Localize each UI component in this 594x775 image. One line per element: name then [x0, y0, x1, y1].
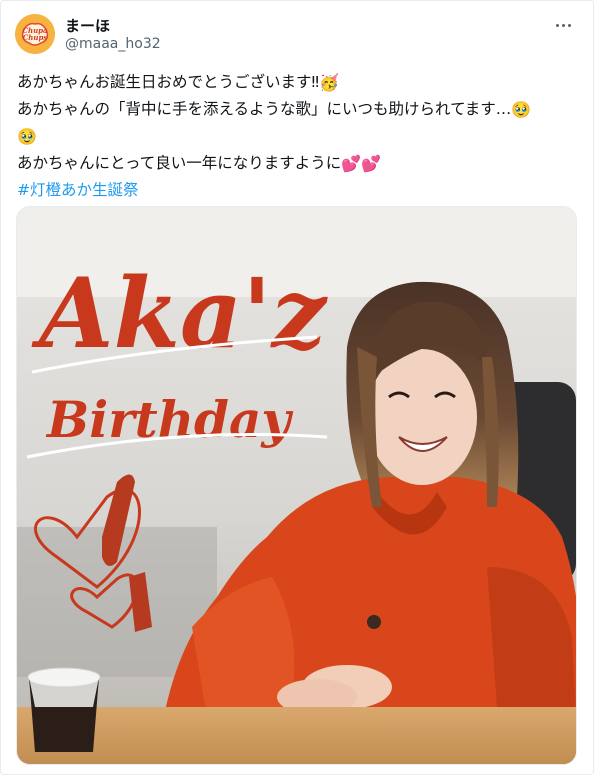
- logo-text-bottom: Chups: [23, 33, 48, 42]
- chupa-chups-logo-icon: Chupa Chups: [15, 14, 55, 54]
- tweet-line-4: あかちゃんにとって良い一年になりますように💕💕: [17, 150, 577, 177]
- hashtag-link[interactable]: #灯橙あか生誕祭: [17, 181, 139, 199]
- two-hearts-emoji: 💕💕: [341, 154, 382, 173]
- tweet-card[interactable]: Chupa Chups まーほ @maaa_ho32 あかちゃんお誕生日おめでと…: [0, 0, 594, 775]
- holding-back-tears-emoji: 🥹: [17, 127, 37, 146]
- tweet-line-2: あかちゃんの「背中に手を添えるような歌」にいつも助けられてます…🥹: [17, 96, 577, 123]
- tweet-line-5: #灯橙あか生誕祭: [17, 177, 577, 203]
- tweet-body: あかちゃんお誕生日おめでとうございます‼🥳 あかちゃんの「背中に手を添えるような…: [17, 69, 577, 203]
- birthday-photo: Aka'z Birthday: [17, 207, 576, 764]
- display-name[interactable]: まーほ: [65, 15, 110, 36]
- image-title-text: Aka'z: [31, 257, 329, 370]
- avatar[interactable]: Chupa Chups: [15, 14, 55, 54]
- user-handle[interactable]: @maaa_ho32: [65, 36, 161, 52]
- partying-face-emoji: 🥳: [319, 73, 339, 92]
- image-subtitle-text: Birthday: [45, 390, 293, 449]
- tweet-line-1: あかちゃんお誕生日おめでとうございます‼🥳: [17, 69, 577, 96]
- holding-back-tears-emoji: 🥹: [511, 100, 532, 119]
- tweet-line-3: 🥹: [17, 123, 577, 150]
- tweet-image[interactable]: Aka'z Birthday: [16, 206, 577, 765]
- more-dots-icon[interactable]: [551, 15, 575, 35]
